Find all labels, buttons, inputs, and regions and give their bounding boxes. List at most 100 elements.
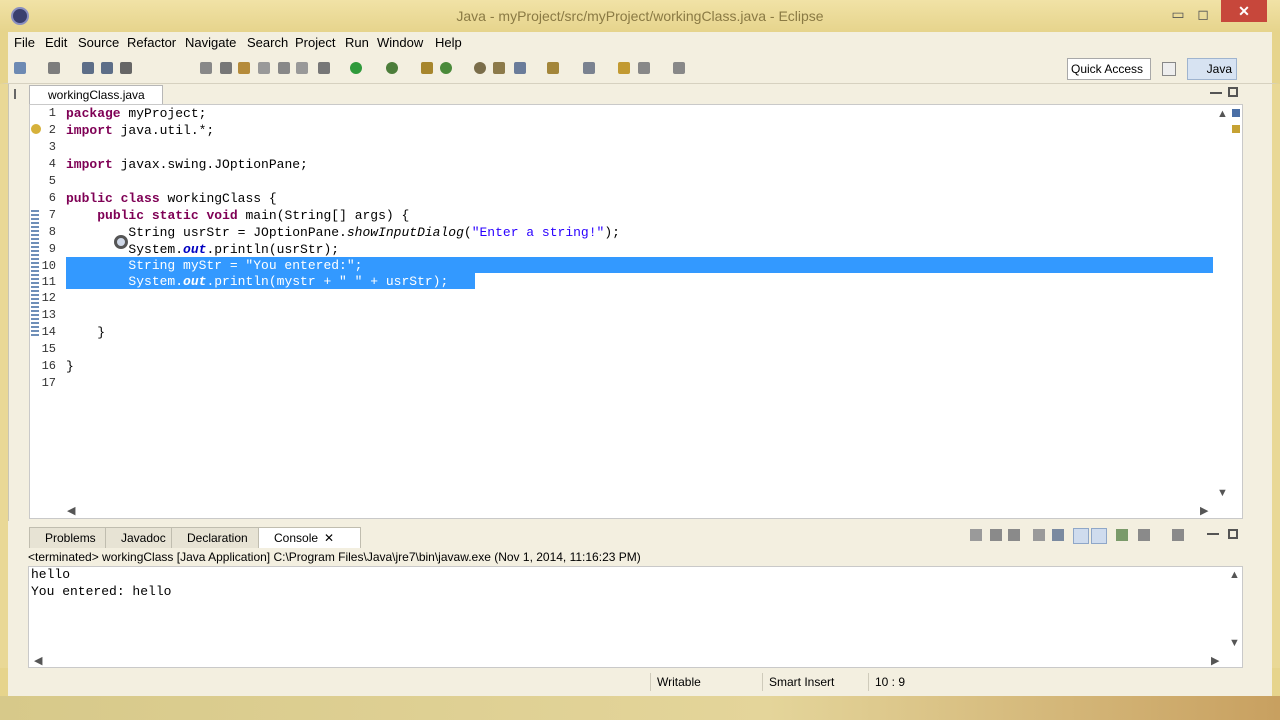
console-line: You entered: hello	[31, 584, 172, 599]
menu-navigate[interactable]: Navigate	[185, 35, 236, 50]
terminate-icon[interactable]	[970, 529, 982, 541]
block-icon[interactable]	[278, 62, 290, 74]
code-line-9[interactable]: System.out.println(usrStr);	[66, 241, 339, 258]
line-number: 12	[41, 291, 56, 305]
remove-all-icon[interactable]	[1008, 529, 1020, 541]
overview-ruler-marker	[1232, 109, 1240, 117]
search-icon[interactable]	[547, 62, 559, 74]
quick-access-input[interactable]: Quick Access	[1067, 58, 1151, 80]
line-number: 17	[41, 376, 56, 390]
external-tools-icon[interactable]	[421, 62, 433, 74]
tab-console[interactable]: Console ✕	[258, 527, 361, 548]
line-number: 11	[41, 275, 56, 289]
save-all-icon[interactable]	[101, 62, 113, 74]
toggle-icon[interactable]	[258, 62, 270, 74]
scroll-up-icon[interactable]: ▲	[1217, 108, 1228, 120]
maximize-icon[interactable]: ◻	[1193, 4, 1213, 24]
line-number: 7	[48, 208, 56, 222]
new-icon[interactable]	[14, 62, 26, 74]
code-line-11[interactable]: System.out.println(mystr + " " + usrStr)…	[66, 273, 448, 290]
open-icon[interactable]	[48, 62, 60, 74]
minimize-view-icon[interactable]	[1207, 533, 1219, 535]
toggle-mark-icon[interactable]	[200, 62, 212, 74]
close-window-button[interactable]: ✕	[1221, 0, 1267, 22]
scroll-down-icon[interactable]: ▼	[1217, 487, 1228, 499]
line-number: 2	[48, 123, 56, 137]
back-icon[interactable]	[638, 62, 650, 74]
open-type-icon[interactable]	[514, 62, 526, 74]
code-line-1[interactable]: package myProject;	[66, 105, 206, 122]
line-number: 15	[41, 342, 56, 356]
code-line-7[interactable]: public static void main(String[] args) {	[66, 207, 409, 224]
annotations-icon[interactable]	[583, 62, 595, 74]
open-perspective-icon[interactable]	[1162, 62, 1176, 76]
save-icon[interactable]	[82, 62, 94, 74]
restore-icon[interactable]	[14, 89, 24, 99]
minimize-icon[interactable]: ▭	[1168, 4, 1188, 24]
code-line-14[interactable]: }	[66, 324, 105, 341]
print-icon[interactable]	[120, 62, 132, 74]
code-line-2[interactable]: import java.util.*;	[66, 122, 214, 139]
perspective-java-button[interactable]: Java	[1187, 58, 1237, 80]
new-package-icon[interactable]	[474, 62, 486, 74]
code-line-8[interactable]: String usrStr = JOptionPane.showInputDia…	[66, 224, 620, 241]
menu-run[interactable]: Run	[345, 35, 369, 50]
menu-refactor[interactable]: Refactor	[127, 35, 176, 50]
status-cursor-position: 10 : 9	[868, 673, 945, 691]
line-number: 8	[48, 225, 56, 239]
line-number: 13	[41, 308, 56, 322]
console-scroll-down-icon[interactable]: ▼	[1229, 637, 1240, 649]
taskbar	[0, 696, 1280, 720]
debug-icon[interactable]	[318, 62, 330, 74]
menu-file[interactable]: File	[14, 35, 35, 50]
menu-edit[interactable]: Edit	[45, 35, 67, 50]
show-whitespace-icon[interactable]	[296, 62, 308, 74]
scroll-lock-icon[interactable]	[1052, 529, 1064, 541]
run-icon[interactable]	[350, 62, 362, 74]
console-scroll-left-icon[interactable]: ◀	[34, 654, 42, 667]
code-line-10[interactable]: String myStr = "You entered:";	[66, 257, 362, 274]
busy-cursor-icon	[114, 235, 128, 249]
maximize-editor-icon[interactable]	[1228, 87, 1238, 97]
menu-project[interactable]: Project	[295, 35, 335, 50]
new-class-icon[interactable]	[493, 62, 505, 74]
scroll-right-icon[interactable]: ▶	[1200, 504, 1208, 517]
line-number: 1	[48, 106, 56, 120]
console-output[interactable]	[28, 566, 1243, 668]
menu-help[interactable]: Help	[435, 35, 462, 50]
show-on-output-icon[interactable]	[1073, 528, 1089, 544]
line-number: 14	[41, 325, 56, 339]
scroll-left-icon[interactable]: ◀	[67, 504, 75, 517]
console-scroll-up-icon[interactable]: ▲	[1229, 569, 1240, 581]
edit-icon[interactable]	[238, 62, 250, 74]
show-on-error-icon[interactable]	[1091, 528, 1107, 544]
close-console-icon[interactable]: ✕	[324, 531, 334, 545]
coverage-icon[interactable]	[386, 62, 398, 74]
code-line-6[interactable]: public class workingClass {	[66, 190, 277, 207]
code-line-4[interactable]: import javax.swing.JOptionPane;	[66, 156, 308, 173]
clear-console-icon[interactable]	[1033, 529, 1045, 541]
menu-search[interactable]: Search	[247, 35, 288, 50]
status-insert-mode: Smart Insert	[762, 673, 873, 691]
remove-launch-icon[interactable]	[990, 529, 1002, 541]
new-java-project-icon[interactable]	[440, 62, 452, 74]
menu-source[interactable]: Source	[78, 35, 119, 50]
forward-icon[interactable]	[673, 62, 685, 74]
pin-console-icon[interactable]	[1116, 529, 1128, 541]
tab-workingclass-java[interactable]: workingClass.java ✕	[29, 85, 163, 120]
menu-bar: File Edit Source Refactor Navigate Searc…	[0, 32, 1280, 54]
menu-window[interactable]: Window	[377, 35, 423, 50]
window-title: Java - myProject/src/myProject/workingCl…	[456, 8, 824, 24]
last-edit-icon[interactable]	[618, 62, 630, 74]
code-line-16[interactable]: }	[66, 358, 74, 375]
editor-tab-label: workingClass.java	[48, 88, 145, 102]
display-console-icon[interactable]	[1138, 529, 1150, 541]
next-annotation-icon[interactable]	[220, 62, 232, 74]
status-bar	[0, 668, 1280, 696]
minimize-editor-icon[interactable]	[1210, 88, 1222, 96]
open-console-icon[interactable]	[1172, 529, 1184, 541]
console-scroll-right-icon[interactable]: ▶	[1211, 654, 1219, 667]
maximize-view-icon[interactable]	[1228, 529, 1238, 539]
console-tab-label: Console	[274, 531, 319, 545]
line-number: 5	[48, 174, 56, 188]
